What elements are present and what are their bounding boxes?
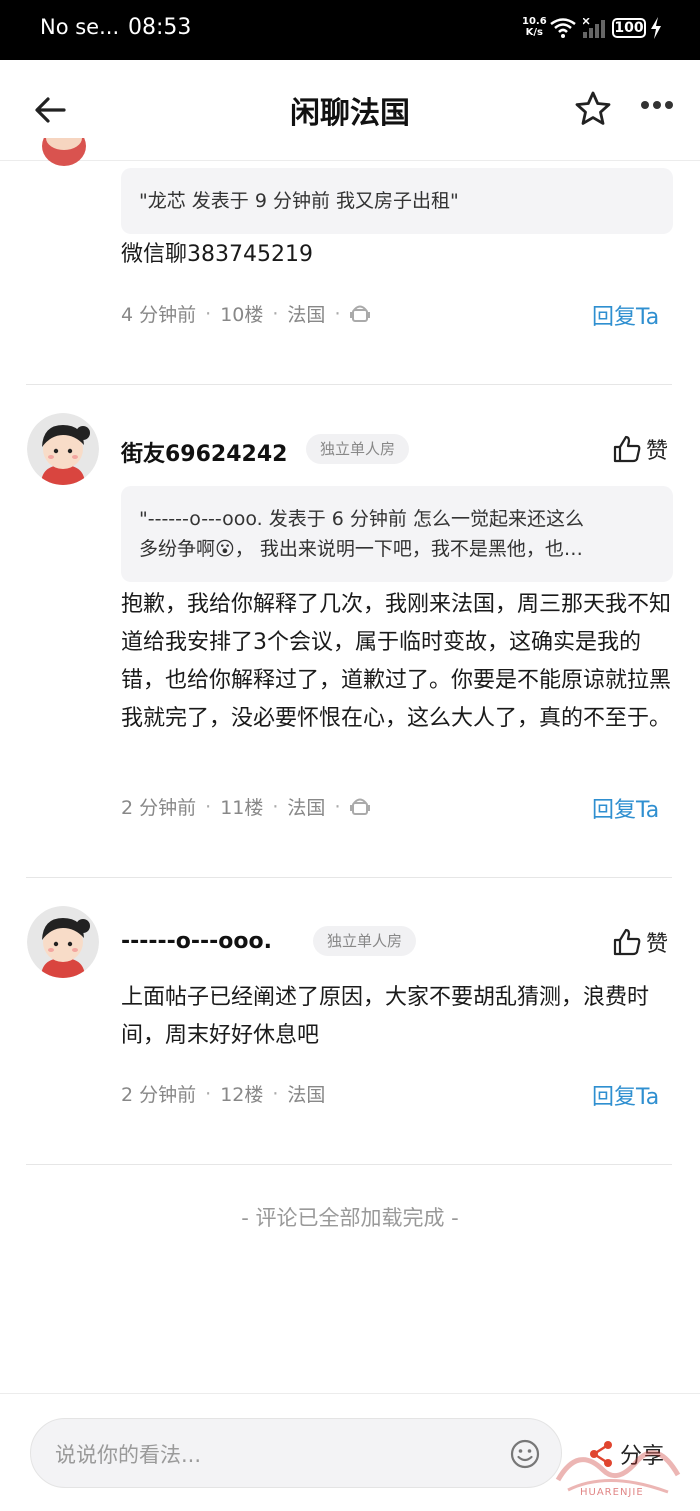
network-speed-value: 10.6	[522, 16, 547, 27]
carrier-text: No se...	[40, 15, 120, 39]
watermark-text: HUARENJIE	[580, 1487, 644, 1498]
comment-meta: 2 分钟前 · 12楼 · 法国	[121, 1080, 325, 1107]
avatar[interactable]	[27, 413, 99, 485]
comment-floor: 11楼	[220, 797, 264, 819]
comment-time: 2 分钟前	[121, 1084, 197, 1106]
more-icon[interactable]	[640, 98, 674, 112]
clock: 08:53	[128, 15, 192, 40]
signal-icon	[583, 18, 605, 38]
reply-button[interactable]: 回复Ta	[592, 792, 659, 824]
comment-input-placeholder: 说说你的看法...	[55, 1443, 202, 1467]
android-icon	[350, 305, 371, 322]
android-icon	[350, 798, 371, 815]
comment-floor: 12楼	[220, 1084, 264, 1106]
divider	[26, 877, 672, 878]
like-label: 赞	[646, 439, 669, 464]
charging-icon	[651, 17, 661, 39]
thumbs-up-icon	[613, 435, 641, 463]
avatar[interactable]	[27, 906, 99, 978]
divider	[26, 384, 672, 385]
comment-time: 2 分钟前	[121, 797, 197, 819]
divider	[26, 1164, 672, 1165]
comment-floor: 10楼	[220, 304, 264, 326]
battery-icon: 100	[612, 18, 646, 38]
reply-button[interactable]: 回复Ta	[592, 299, 659, 331]
quote-line: "------o---ooo. 发表于 6 分钟前 怎么一觉起来还这么	[139, 508, 584, 530]
nav-bar: 闲聊法国	[0, 60, 700, 161]
quoted-comment[interactable]: "龙芯 发表于 9 分钟前 我又房子出租"	[121, 168, 673, 234]
reply-button[interactable]: 回复Ta	[592, 1079, 659, 1111]
comment-location: 法国	[287, 797, 326, 819]
quote-line: 多纷争啊😮， 我出来说明一下吧，我不是黑他，也…	[139, 538, 583, 560]
like-button[interactable]: 赞	[612, 926, 668, 958]
comment-time: 4 分钟前	[121, 304, 197, 326]
status-bar: No se... 08:53 10.6 K/s 100	[0, 0, 700, 60]
comment-input[interactable]: 说说你的看法...	[30, 1418, 562, 1488]
comment-body: 上面帖子已经阐述了原因，大家不要胡乱猜测，浪费时间，周末好好休息吧	[121, 985, 650, 1048]
like-button[interactable]: 赞	[612, 433, 668, 465]
comment-meta: 2 分钟前 · 11楼 · 法国 ·	[121, 793, 371, 820]
user-tag: 独立单人房	[306, 434, 410, 464]
wifi-icon	[550, 18, 576, 38]
quoted-comment[interactable]: "------o---ooo. 发表于 6 分钟前 怎么一觉起来还这么 多纷争啊…	[121, 486, 673, 582]
comment-body: 微信聊383745219	[121, 242, 313, 267]
comment-meta: 4 分钟前 · 10楼 · 法国 ·	[121, 300, 371, 327]
star-icon[interactable]	[574, 90, 612, 128]
end-of-comments-text: - 评论已全部加载完成 -	[241, 1206, 459, 1230]
emoji-icon[interactable]	[509, 1438, 541, 1470]
username[interactable]: ------o---ooo.	[121, 929, 272, 954]
comment-location: 法国	[287, 1084, 326, 1106]
like-label: 赞	[646, 932, 669, 957]
network-speed-unit: K/s	[525, 27, 544, 38]
comment-body: 抱歉，我给你解释了几次，我刚来法国，周三那天我不知道给我安排了3个会议，属于临时…	[121, 592, 672, 731]
comment-location: 法国	[287, 304, 326, 326]
username[interactable]: 街友69624242	[121, 436, 287, 468]
avatar[interactable]	[40, 138, 88, 168]
user-tag: 独立单人房	[313, 926, 417, 956]
network-speed: 10.6 K/s	[522, 16, 547, 38]
thumbs-up-icon	[613, 928, 641, 956]
